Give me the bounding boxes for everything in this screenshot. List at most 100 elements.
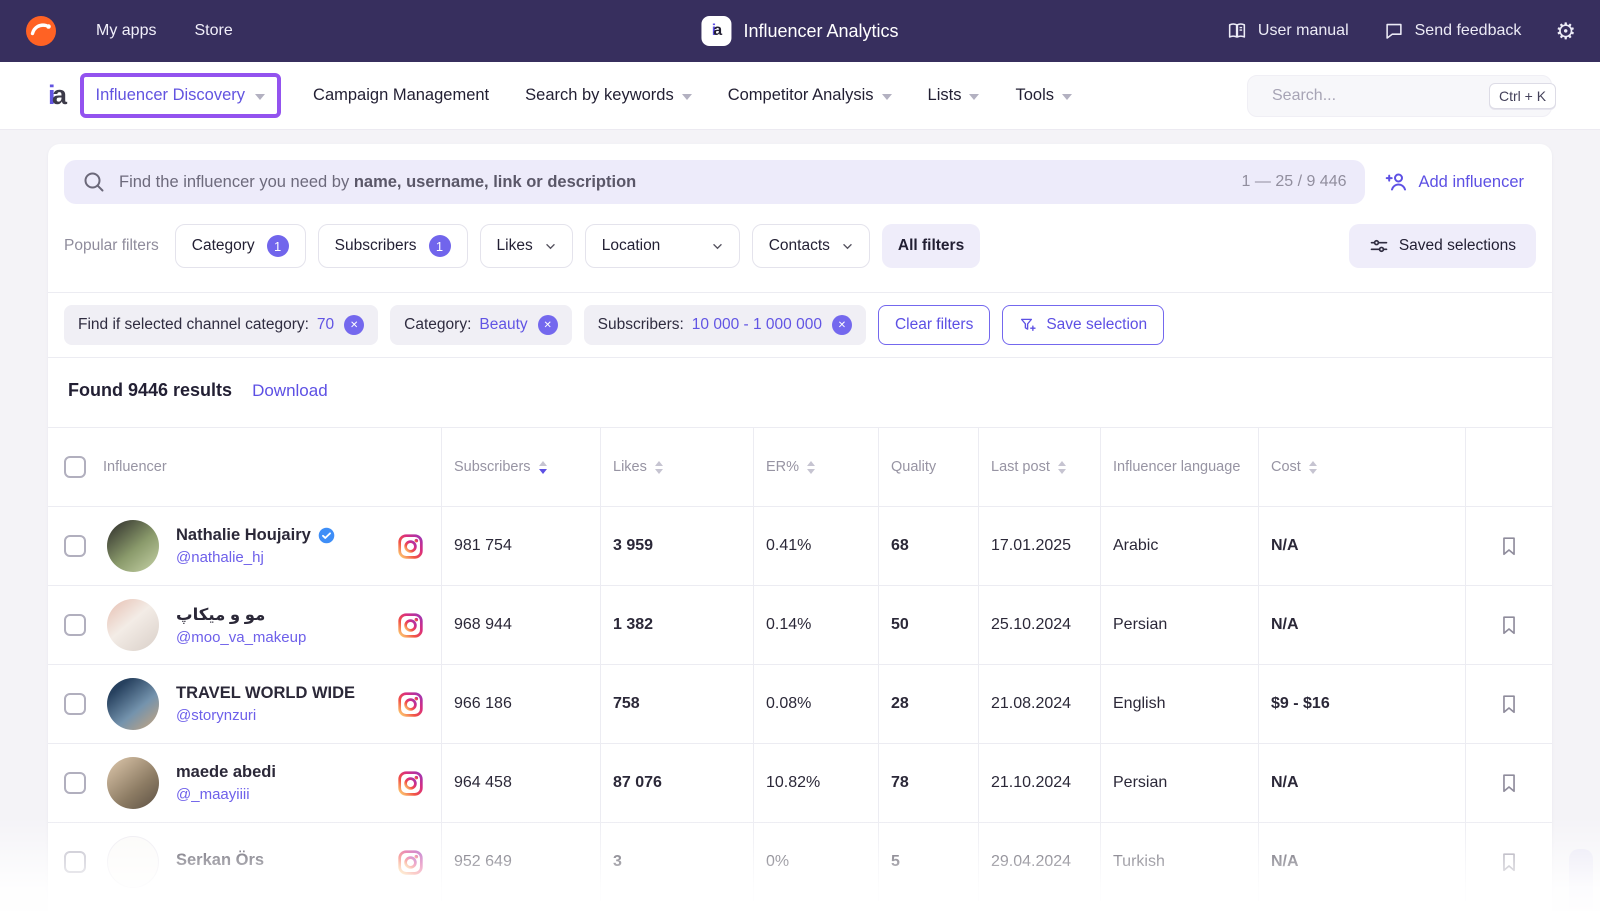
influencer-username[interactable]: @_maayiiii bbox=[176, 786, 276, 803]
avatar[interactable] bbox=[107, 599, 159, 651]
influencer-name[interactable]: مو و میکاپ bbox=[176, 605, 265, 625]
last-post-cell: 17.01.2025 bbox=[978, 507, 1100, 585]
clear-filters-button[interactable]: Clear filters bbox=[878, 305, 990, 345]
sort-icon[interactable] bbox=[1309, 461, 1317, 474]
likes-cell: 3 bbox=[600, 823, 753, 901]
remove-filter-icon[interactable]: ✕ bbox=[832, 315, 852, 335]
influencer-name[interactable]: Nathalie Houjairy bbox=[176, 526, 311, 545]
avatar[interactable] bbox=[107, 757, 159, 809]
influencer-name[interactable]: Serkan Örs bbox=[176, 851, 264, 870]
instagram-icon[interactable] bbox=[398, 771, 423, 796]
column-header-cost[interactable]: Cost bbox=[1271, 459, 1301, 475]
my-apps-link[interactable]: My apps bbox=[96, 22, 156, 40]
chevron-down-icon bbox=[1062, 94, 1072, 100]
feedback-bubble-icon bbox=[1383, 20, 1405, 42]
scrollbar-thumb[interactable] bbox=[1569, 849, 1593, 911]
send-feedback-button[interactable]: Send feedback bbox=[1383, 20, 1522, 42]
filter-contacts-button[interactable]: Contacts bbox=[752, 224, 870, 268]
row-checkbox[interactable] bbox=[64, 693, 86, 715]
quality-cell: 50 bbox=[878, 586, 978, 664]
instagram-icon[interactable] bbox=[398, 613, 423, 638]
all-filters-button[interactable]: All filters bbox=[882, 224, 980, 268]
bookmark-icon[interactable] bbox=[1498, 692, 1520, 716]
top-app-bar: My apps Store ia Influencer Analytics Us… bbox=[0, 0, 1600, 62]
chip-value[interactable]: Beauty bbox=[479, 316, 527, 334]
table-row: مو و میکاپ @moo_va_makeup 968 944 1 382 … bbox=[48, 585, 1552, 664]
avatar[interactable] bbox=[107, 678, 159, 730]
bookmark-icon[interactable] bbox=[1498, 850, 1520, 874]
column-header-subscribers[interactable]: Subscribers bbox=[454, 459, 531, 475]
results-range: 1 — 25 / 9 446 bbox=[1242, 173, 1347, 191]
global-search-box[interactable]: Ctrl + K bbox=[1247, 75, 1552, 117]
column-header-er[interactable]: ER% bbox=[766, 459, 799, 475]
cost-cell: N/A bbox=[1258, 823, 1465, 901]
save-selection-button[interactable]: Save selection bbox=[1002, 305, 1164, 345]
influencer-search-input[interactable]: Find the influencer you need by name, us… bbox=[64, 160, 1365, 204]
instagram-icon[interactable] bbox=[398, 850, 423, 875]
filter-label: Likes bbox=[497, 237, 533, 255]
remove-filter-icon[interactable]: ✕ bbox=[344, 315, 364, 335]
bookmark-icon[interactable] bbox=[1498, 771, 1520, 795]
remove-filter-icon[interactable]: ✕ bbox=[538, 315, 558, 335]
chip-value[interactable]: 70 bbox=[317, 316, 334, 334]
nav-item-campaign-management[interactable]: Campaign Management bbox=[313, 86, 489, 105]
quality-cell: 78 bbox=[878, 744, 978, 822]
user-manual-button[interactable]: User manual bbox=[1226, 20, 1349, 42]
instagram-icon[interactable] bbox=[398, 692, 423, 717]
nav-item-competitor-analysis[interactable]: Competitor Analysis bbox=[728, 86, 892, 105]
instagram-icon[interactable] bbox=[398, 534, 423, 559]
store-link[interactable]: Store bbox=[194, 22, 232, 40]
row-checkbox[interactable] bbox=[64, 851, 86, 873]
filter-subscribers-button[interactable]: Subscribers 1 bbox=[318, 224, 468, 268]
avatar[interactable] bbox=[107, 520, 159, 572]
select-all-checkbox[interactable] bbox=[64, 456, 86, 478]
nav-label: Competitor Analysis bbox=[728, 86, 874, 105]
influencer-name[interactable]: TRAVEL WORLD WIDE bbox=[176, 684, 355, 703]
influencer-username[interactable]: @nathalie_hj bbox=[176, 549, 335, 566]
subscribers-cell: 966 186 bbox=[441, 665, 600, 743]
column-header-likes[interactable]: Likes bbox=[613, 459, 647, 475]
cost-cell: N/A bbox=[1258, 586, 1465, 664]
sort-icon[interactable] bbox=[655, 461, 663, 474]
chip-label: Find if selected channel category: bbox=[78, 316, 309, 334]
influencer-name[interactable]: maede abedi bbox=[176, 763, 276, 782]
semrush-logo-icon[interactable] bbox=[24, 14, 58, 48]
applied-filter-chip: Subscribers: 10 000 - 1 000 000 ✕ bbox=[584, 305, 866, 345]
sort-icon[interactable] bbox=[807, 461, 815, 474]
row-checkbox[interactable] bbox=[64, 772, 86, 794]
nav-label: Campaign Management bbox=[313, 86, 489, 105]
filter-count-badge: 1 bbox=[267, 235, 289, 257]
filter-location-button[interactable]: Location bbox=[585, 224, 740, 268]
nav-item-search-by-keywords[interactable]: Search by keywords bbox=[525, 86, 692, 105]
chip-label: Category: bbox=[404, 316, 471, 334]
download-link[interactable]: Download bbox=[252, 381, 328, 401]
language-cell: English bbox=[1100, 665, 1258, 743]
nav-label: Tools bbox=[1015, 86, 1054, 105]
avatar[interactable] bbox=[107, 836, 159, 888]
filter-likes-button[interactable]: Likes bbox=[480, 224, 573, 268]
bookmark-icon[interactable] bbox=[1498, 613, 1520, 637]
sort-icon[interactable] bbox=[539, 461, 547, 474]
filter-label: Subscribers bbox=[335, 237, 417, 255]
saved-selections-button[interactable]: Saved selections bbox=[1349, 224, 1536, 268]
nav-item-lists[interactable]: Lists bbox=[928, 86, 980, 105]
nav-item-tools[interactable]: Tools bbox=[1015, 86, 1072, 105]
search-placeholder: Find the influencer you need by name, us… bbox=[119, 173, 636, 192]
chip-value[interactable]: 10 000 - 1 000 000 bbox=[692, 316, 822, 334]
settings-gear-icon[interactable]: ⚙ bbox=[1555, 20, 1576, 43]
filter-category-button[interactable]: Category 1 bbox=[175, 224, 306, 268]
add-influencer-button[interactable]: Add influencer bbox=[1385, 170, 1537, 194]
row-checkbox[interactable] bbox=[64, 535, 86, 557]
bookmark-icon[interactable] bbox=[1498, 534, 1520, 558]
nav-item-influencer-discovery[interactable]: Influencer Discovery bbox=[96, 86, 245, 105]
er-cell: 0.41% bbox=[753, 507, 878, 585]
column-header-last-post[interactable]: Last post bbox=[991, 459, 1050, 475]
row-checkbox[interactable] bbox=[64, 614, 86, 636]
influencer-username[interactable]: @storynzuri bbox=[176, 707, 355, 724]
ia-logo[interactable]: ia bbox=[48, 80, 66, 111]
influencer-username[interactable]: @moo_va_makeup bbox=[176, 629, 306, 646]
last-post-cell: 21.08.2024 bbox=[978, 665, 1100, 743]
sort-icon[interactable] bbox=[1058, 461, 1066, 474]
save-selection-label: Save selection bbox=[1046, 316, 1147, 334]
global-search-input[interactable] bbox=[1272, 87, 1479, 105]
